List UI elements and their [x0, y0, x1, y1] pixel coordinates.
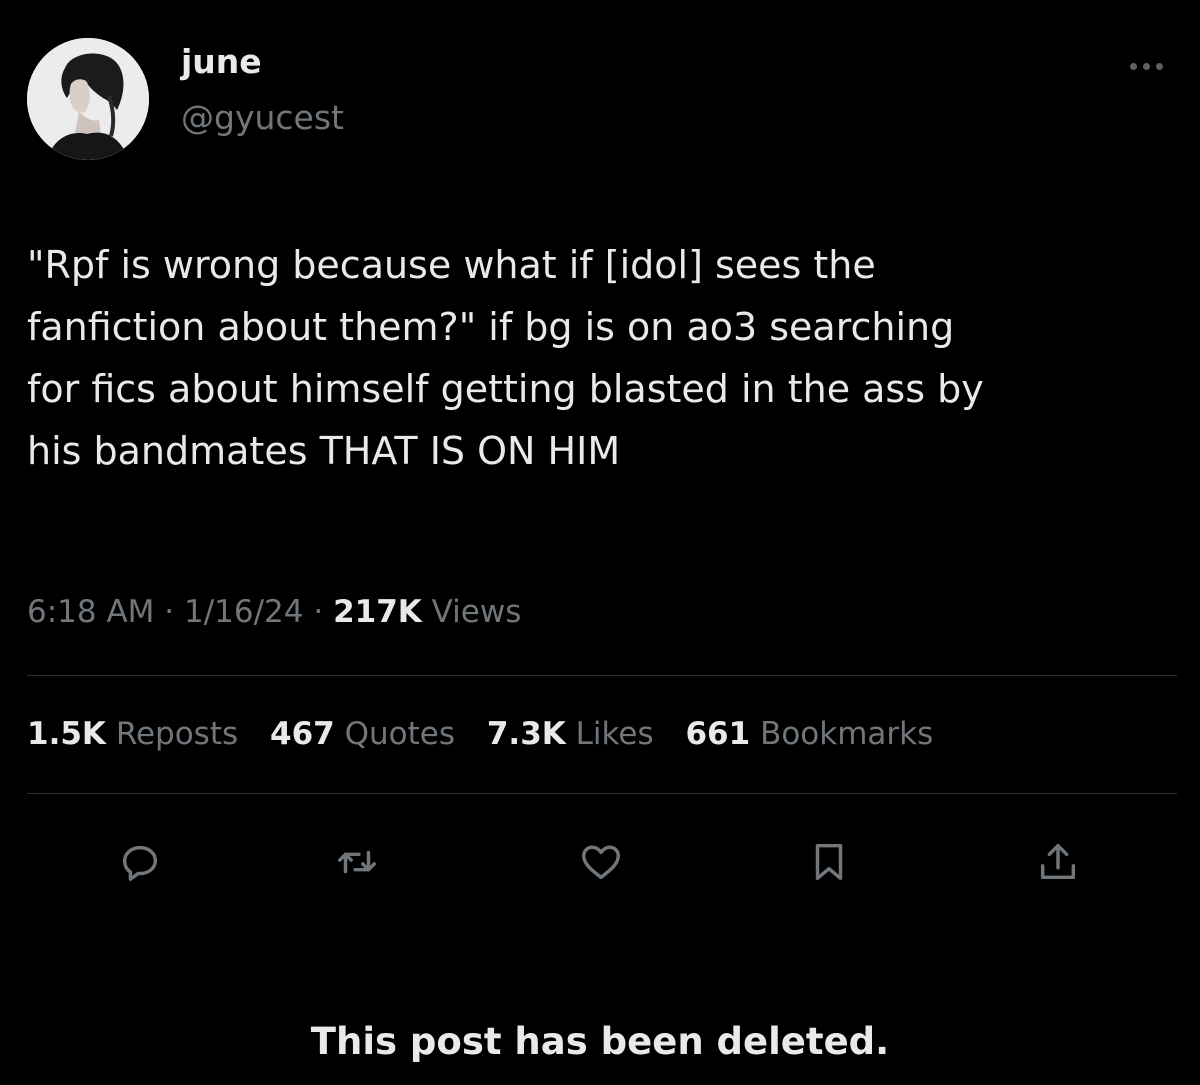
avatar[interactable] — [27, 38, 149, 160]
user-handle[interactable]: @gyucest — [181, 96, 344, 140]
action-bar — [0, 832, 1200, 892]
tweet-card: june @gyucest "Rpf is wrong because what… — [0, 0, 1200, 1085]
share-icon — [1040, 843, 1076, 880]
reply-icon — [122, 845, 158, 881]
stat-label: Bookmarks — [760, 716, 934, 752]
divider — [27, 793, 1177, 794]
meta-separator: · — [303, 594, 334, 630]
post-date[interactable]: 1/16/24 — [184, 594, 304, 630]
views-label: Views — [431, 594, 522, 630]
like-icon — [582, 845, 620, 880]
display-name[interactable]: june — [181, 40, 262, 84]
stat-count: 467 — [270, 716, 335, 752]
stat-likes[interactable]: 7.3K Likes — [487, 710, 654, 758]
stat-bookmarks[interactable]: 661 Bookmarks — [685, 710, 933, 758]
reply-button[interactable] — [110, 832, 170, 892]
stat-count: 661 — [685, 716, 751, 752]
stat-quotes[interactable]: 467 Quotes — [270, 710, 455, 758]
like-button[interactable] — [571, 832, 631, 892]
stat-label: Likes — [575, 716, 654, 752]
engagement-stats: 1.5K Reposts 467 Quotes 7.3K Likes 661 B… — [27, 710, 955, 758]
repost-icon — [338, 850, 376, 874]
stat-label: Reposts — [115, 716, 239, 752]
ellipsis-icon — [1129, 62, 1137, 70]
repost-button[interactable] — [327, 832, 387, 892]
stat-count: 1.5K — [27, 716, 106, 752]
tweet-meta: 6:18 AM · 1/16/24 · 217K Views — [27, 588, 521, 636]
share-button[interactable] — [1028, 832, 1088, 892]
bookmark-button[interactable] — [799, 832, 859, 892]
divider — [27, 675, 1177, 676]
ellipsis-icon-dot — [1142, 62, 1150, 70]
post-time[interactable]: 6:18 AM — [27, 594, 154, 630]
deleted-notice: This post has been deleted. — [310, 1020, 890, 1063]
stat-count: 7.3K — [486, 716, 566, 752]
ellipsis-icon-dot — [1155, 62, 1163, 70]
profile-photo — [27, 38, 149, 160]
tweet-text: "Rpf is wrong because what if [idol] see… — [27, 243, 984, 473]
views-count: 217K — [333, 594, 422, 630]
stat-label: Quotes — [344, 716, 455, 752]
more-options-button[interactable] — [1118, 54, 1174, 78]
bookmark-icon — [815, 843, 843, 881]
meta-separator: · — [154, 594, 184, 630]
stat-reposts[interactable]: 1.5K Reposts — [27, 710, 238, 758]
